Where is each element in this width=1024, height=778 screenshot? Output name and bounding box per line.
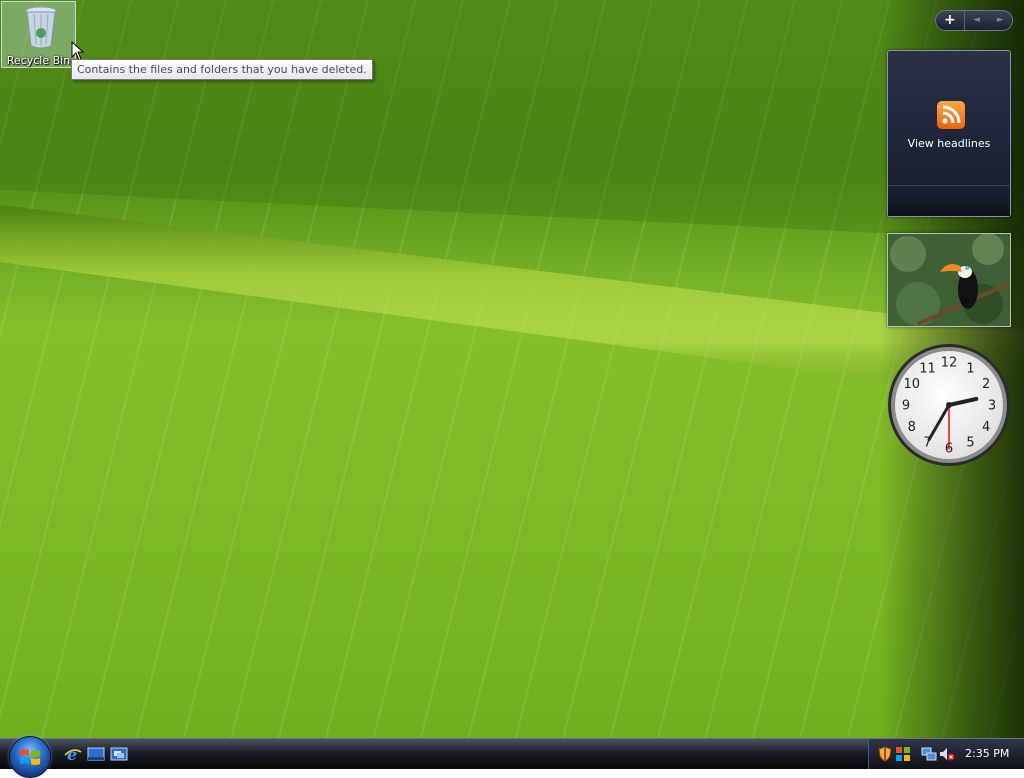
clock-numeral: 4 bbox=[982, 420, 990, 435]
slideshow-gadget[interactable] bbox=[887, 233, 1011, 327]
clock-numeral: 12 bbox=[941, 356, 958, 371]
sidebar-controls: + ◄ ► bbox=[935, 10, 1013, 31]
security-shield-icon[interactable] bbox=[877, 746, 893, 762]
windows-update-icon[interactable] bbox=[895, 746, 911, 762]
recycle-bin-label: Recycle Bin bbox=[6, 54, 71, 67]
recycle-bin-tooltip: Contains the files and folders that you … bbox=[71, 59, 373, 80]
previous-page-button[interactable]: ◄ bbox=[965, 11, 989, 30]
feed-headlines-gadget[interactable]: View headlines bbox=[887, 50, 1011, 217]
show-desktop-icon[interactable] bbox=[87, 746, 105, 762]
add-gadget-button[interactable]: + bbox=[936, 11, 965, 30]
clock-numeral: 10 bbox=[904, 377, 921, 392]
clock-numeral: 8 bbox=[908, 420, 916, 435]
clock-numeral: 1 bbox=[966, 361, 974, 376]
toucan-photo bbox=[888, 234, 1010, 326]
internet-explorer-icon[interactable]: e bbox=[64, 746, 82, 762]
switch-windows-icon[interactable] bbox=[110, 746, 128, 762]
recycle-bin-desktop-icon[interactable]: Recycle Bin bbox=[1, 1, 76, 68]
network-icon[interactable] bbox=[921, 746, 937, 762]
rss-icon bbox=[937, 101, 965, 129]
clock-numeral: 9 bbox=[902, 399, 910, 414]
taskbar-clock[interactable]: 2:35 PM bbox=[965, 747, 1009, 760]
notification-area: 2:35 PM bbox=[868, 739, 1024, 769]
windows-logo-icon bbox=[20, 749, 40, 765]
clock-numeral: 2 bbox=[982, 377, 990, 392]
wallpaper bbox=[0, 0, 1024, 738]
next-page-button[interactable]: ► bbox=[988, 11, 1012, 30]
clock-numeral: 3 bbox=[988, 399, 996, 414]
start-button[interactable] bbox=[9, 736, 51, 778]
desktop[interactable]: Recycle Bin Contains the files and folde… bbox=[0, 0, 1024, 738]
view-headlines-label[interactable]: View headlines bbox=[888, 137, 1010, 150]
clock-gadget[interactable]: 121234567891011 bbox=[886, 342, 1012, 468]
volume-muted-icon[interactable] bbox=[939, 746, 955, 762]
taskbar: e 2:35 PM bbox=[0, 736, 1024, 778]
clock-numeral: 11 bbox=[919, 361, 936, 376]
feed-gadget-footer bbox=[888, 185, 1010, 216]
svg-text:e: e bbox=[67, 746, 77, 762]
recycle-bin-icon bbox=[25, 6, 57, 49]
mouse-pointer-icon bbox=[71, 41, 85, 61]
clock-numeral: 5 bbox=[966, 436, 974, 451]
